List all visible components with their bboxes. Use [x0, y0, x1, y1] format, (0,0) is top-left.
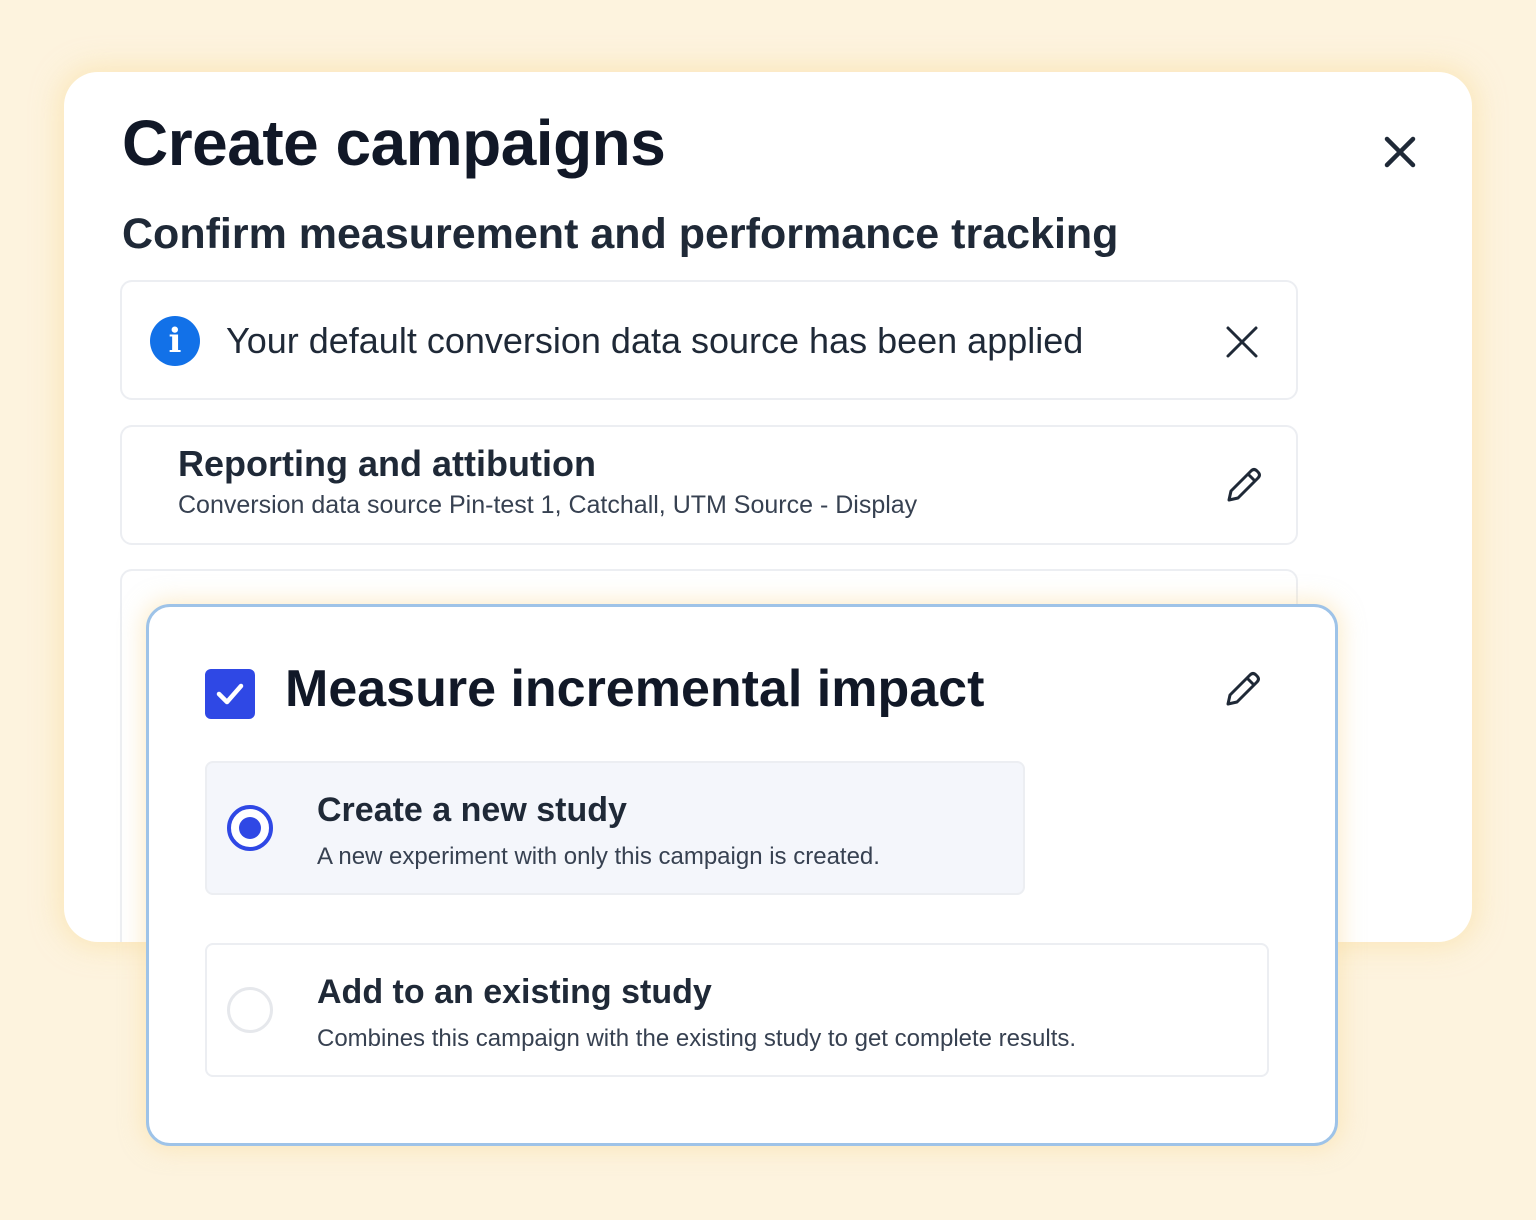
reporting-title: Reporting and attibution [178, 443, 596, 484]
reporting-description: Conversion data source Pin-test 1, Catch… [178, 491, 918, 519]
option-title: Create a new study [317, 791, 627, 829]
reporting-attribution-card: Reporting and attibution Conversion data… [120, 425, 1298, 545]
close-icon [1226, 326, 1258, 358]
pencil-icon [1226, 672, 1260, 706]
banner-message: Your default conversion data source has … [226, 320, 1084, 361]
radio-add-existing-study[interactable] [227, 987, 273, 1033]
option-description: Combines this campaign with the existing… [317, 1025, 1077, 1052]
edit-impact-button[interactable] [1217, 665, 1267, 715]
modal-title: Create campaigns [122, 107, 666, 179]
modal-close-button[interactable] [1376, 128, 1424, 176]
measure-incremental-impact-card: Measure incremental impact Create a new … [146, 604, 1338, 1146]
impact-title: Measure incremental impact [285, 660, 985, 718]
incremental-impact-checkbox[interactable] [205, 669, 255, 719]
radio-create-new-study[interactable] [227, 805, 273, 851]
checkmark-icon [216, 683, 244, 705]
info-icon: i [150, 316, 200, 366]
edit-reporting-button[interactable] [1218, 461, 1268, 511]
option-create-new-study[interactable]: Create a new study A new experiment with… [205, 761, 1025, 895]
option-title: Add to an existing study [317, 973, 712, 1011]
info-banner: i Your default conversion data source ha… [120, 280, 1298, 400]
modal-subtitle: Confirm measurement and performance trac… [122, 210, 1119, 258]
close-icon [1384, 136, 1416, 168]
option-description: A new experiment with only this campaign… [317, 843, 880, 870]
pencil-icon [1227, 468, 1261, 502]
banner-dismiss-button[interactable] [1220, 320, 1264, 364]
option-add-existing-study[interactable]: Add to an existing study Combines this c… [205, 943, 1269, 1077]
